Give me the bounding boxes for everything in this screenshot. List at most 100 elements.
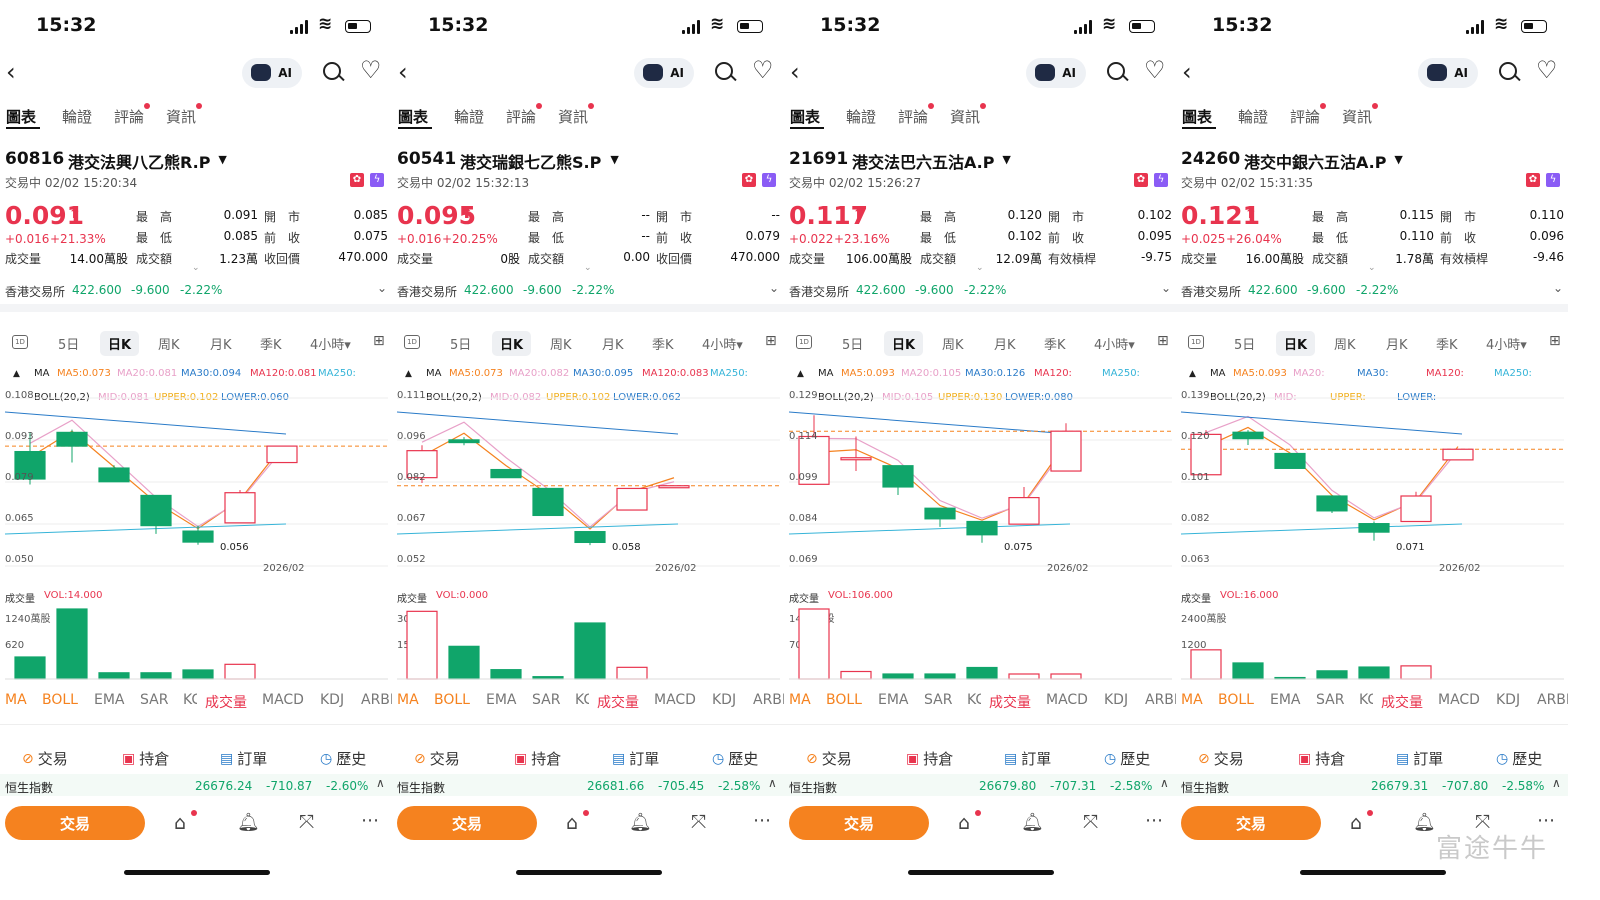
back-icon[interactable]: ‹ — [398, 58, 408, 86]
tool-positions-button[interactable]: ▣ 持倉 — [122, 748, 169, 769]
back-icon[interactable]: ‹ — [790, 58, 800, 86]
indicator-tab-7[interactable]: KDJ — [1496, 692, 1520, 708]
watchlist-home-icon[interactable]: ⌂ — [174, 812, 186, 834]
kline-tab-0[interactable]: 5日 — [450, 334, 471, 353]
indicator-tab-6[interactable]: MACD — [262, 692, 304, 708]
tab-warrants[interactable]: 輪證 — [62, 106, 92, 127]
grid-layout-icon[interactable]: ⊞ — [373, 333, 385, 349]
alert-bell-icon[interactable]: 🔔︎ — [237, 812, 260, 833]
search-icon[interactable] — [1107, 62, 1129, 82]
indicator-tab-5[interactable]: 成交量 — [205, 692, 247, 712]
indicator-tab-6[interactable]: MACD — [1438, 692, 1480, 708]
kline-tab-0[interactable]: 5日 — [58, 334, 79, 353]
tab-comments[interactable]: 評論 — [506, 106, 536, 127]
more-icon[interactable]: ⋯ — [1145, 810, 1163, 831]
tab-warrants[interactable]: 輪證 — [454, 106, 484, 127]
indicator-tab-2[interactable]: EMA — [486, 692, 517, 708]
kline-tab-0[interactable]: 5日 — [842, 334, 863, 353]
favorite-add-icon[interactable]: ♡ — [1144, 56, 1166, 84]
indicator-tab-0[interactable]: MA — [397, 692, 419, 708]
indicator-tab-5[interactable]: 成交量 — [989, 692, 1031, 712]
indicator-tab-8[interactable]: ARBR — [753, 692, 784, 708]
tab-chart[interactable]: 圖表 — [6, 106, 36, 127]
one-day-icon[interactable]: 1D — [1188, 335, 1204, 349]
indicator-tab-7[interactable]: KDJ — [1104, 692, 1128, 708]
more-icon[interactable]: ⋯ — [361, 810, 379, 831]
kline-tab-1[interactable]: 日K — [1276, 331, 1316, 356]
search-icon[interactable] — [1499, 62, 1521, 82]
kline-tab-5[interactable]: 4小時▾ — [702, 334, 743, 353]
tab-chart[interactable]: 圖表 — [398, 106, 428, 127]
kline-tab-5[interactable]: 4小時▾ — [1486, 334, 1527, 353]
indicator-tab-7[interactable]: KDJ — [712, 692, 736, 708]
indicator-tab-0[interactable]: MA — [789, 692, 811, 708]
kline-tab-1[interactable]: 日K — [100, 331, 140, 356]
tool-orders-button[interactable]: ▤ 訂單 — [1004, 748, 1051, 769]
stock-switch-chevron-icon[interactable]: ▼ — [1002, 153, 1010, 166]
indicator-tab-1[interactable]: BOLL — [42, 692, 78, 708]
tool-trade-button[interactable]: ⊘ 交易 — [414, 748, 460, 769]
hsi-expand-chevron-icon[interactable]: ∧ — [768, 776, 777, 790]
one-day-icon[interactable]: 1D — [404, 335, 420, 349]
stock-switch-chevron-icon[interactable]: ▼ — [1394, 153, 1402, 166]
alert-bell-icon[interactable]: 🔔︎ — [1413, 812, 1436, 833]
trade-button[interactable]: 交易 — [1181, 806, 1321, 840]
ai-assistant-button[interactable]: AI — [1026, 58, 1086, 88]
kline-tab-2[interactable]: 周K — [550, 334, 572, 353]
tab-news[interactable]: 資訊 — [950, 106, 980, 127]
indicator-tab-3[interactable]: SAR — [532, 692, 560, 708]
watchlist-home-icon[interactable]: ⌂ — [1350, 812, 1362, 834]
tab-news[interactable]: 資訊 — [166, 106, 196, 127]
trade-button[interactable]: 交易 — [789, 806, 929, 840]
hsi-expand-chevron-icon[interactable]: ∧ — [1160, 776, 1169, 790]
kline-tab-1[interactable]: 日K — [884, 331, 924, 356]
indicator-tab-6[interactable]: MACD — [1046, 692, 1088, 708]
grid-layout-icon[interactable]: ⊞ — [1549, 333, 1561, 349]
favorite-add-icon[interactable]: ♡ — [752, 56, 774, 84]
tool-positions-button[interactable]: ▣ 持倉 — [906, 748, 953, 769]
indicator-tab-2[interactable]: EMA — [94, 692, 125, 708]
hsi-expand-chevron-icon[interactable]: ∧ — [1552, 776, 1561, 790]
kline-tab-4[interactable]: 季K — [1044, 334, 1066, 353]
alert-bell-icon[interactable]: 🔔︎ — [1021, 812, 1044, 833]
indicator-tab-0[interactable]: MA — [5, 692, 27, 708]
indicator-tab-3[interactable]: SAR — [140, 692, 168, 708]
back-icon[interactable]: ‹ — [6, 58, 16, 86]
indicator-tab-1[interactable]: BOLL — [826, 692, 862, 708]
tab-warrants[interactable]: 輪證 — [1238, 106, 1268, 127]
fullscreen-collapse-icon[interactable]: ⤧ — [1083, 811, 1098, 833]
tab-comments[interactable]: 評論 — [114, 106, 144, 127]
indicator-tab-5[interactable]: 成交量 — [1381, 692, 1423, 712]
kline-tab-4[interactable]: 季K — [652, 334, 674, 353]
ai-assistant-button[interactable]: AI — [242, 58, 302, 88]
tab-chart[interactable]: 圖表 — [790, 106, 820, 127]
market-expand-chevron-icon[interactable]: ⌄ — [1553, 281, 1563, 295]
indicator-tab-0[interactable]: MA — [1181, 692, 1203, 708]
indicator-tab-1[interactable]: BOLL — [1218, 692, 1254, 708]
grid-layout-icon[interactable]: ⊞ — [1157, 333, 1169, 349]
market-expand-chevron-icon[interactable]: ⌄ — [1161, 281, 1171, 295]
back-icon[interactable]: ‹ — [1182, 58, 1192, 86]
collapse-ma-icon[interactable]: ▲ — [797, 369, 804, 379]
indicator-tab-8[interactable]: ARBR — [1537, 692, 1568, 708]
kline-tab-1[interactable]: 日K — [492, 331, 532, 356]
indicator-tab-1[interactable]: BOLL — [434, 692, 470, 708]
more-icon[interactable]: ⋯ — [753, 810, 771, 831]
indicator-tab-4[interactable]: KC — [1359, 692, 1373, 708]
tool-orders-button[interactable]: ▤ 訂單 — [612, 748, 659, 769]
tool-trade-button[interactable]: ⊘ 交易 — [1198, 748, 1244, 769]
tab-comments[interactable]: 評論 — [1290, 106, 1320, 127]
indicator-tab-8[interactable]: ARBR — [361, 692, 392, 708]
tool-positions-button[interactable]: ▣ 持倉 — [1298, 748, 1345, 769]
search-icon[interactable] — [715, 62, 737, 82]
tool-positions-button[interactable]: ▣ 持倉 — [514, 748, 561, 769]
trade-button[interactable]: 交易 — [5, 806, 145, 840]
tab-news[interactable]: 資訊 — [558, 106, 588, 127]
kline-tab-4[interactable]: 季K — [260, 334, 282, 353]
fullscreen-collapse-icon[interactable]: ⤧ — [299, 811, 314, 833]
tool-history-button[interactable]: ◷ 歷史 — [1496, 748, 1542, 769]
tool-history-button[interactable]: ◷ 歷史 — [712, 748, 758, 769]
kline-tab-4[interactable]: 季K — [1436, 334, 1458, 353]
stock-switch-chevron-icon[interactable]: ▼ — [610, 153, 618, 166]
indicator-tab-7[interactable]: KDJ — [320, 692, 344, 708]
